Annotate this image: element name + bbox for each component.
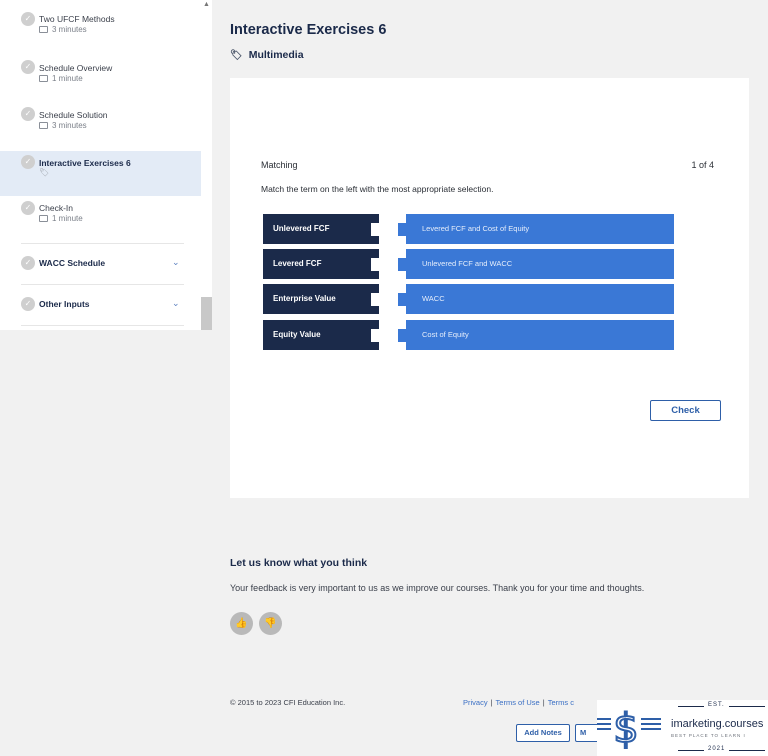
puzzle-notch [371,258,379,271]
puzzle-notch [371,293,379,306]
page-title: Interactive Exercises 6 [230,22,387,38]
completed-check-icon: ✓ [21,12,35,26]
footer-links: Privacy | Terms of Use | Terms c [463,698,574,707]
watermark-brand: imarketing.courses [671,718,764,730]
watermark-tagline: BEST PLACE TO LEARN I [671,733,746,738]
sidebar-item-label: Schedule Solution [39,110,108,120]
thumbs-up-icon[interactable]: 👍 [230,612,253,635]
puzzle-tab [398,258,406,271]
video-icon [39,75,48,82]
sidebar-item-duration: 1 minute [39,74,83,83]
feedback-text: Your feedback is very important to us as… [230,583,645,593]
completed-check-icon: ✓ [21,155,35,169]
sidebar-item-check-in[interactable]: ✓ Check-In 1 minute [0,197,201,241]
completed-check-icon: ✓ [21,256,35,270]
match-option-3[interactable]: WACC [398,284,674,314]
term-equity-value[interactable]: Equity Value [263,320,379,350]
divider [678,706,704,707]
divider [729,706,765,707]
watermark-est: EST. [708,702,725,708]
add-notes-button[interactable]: Add Notes [516,724,570,742]
dollar-logo-icon: $ [597,705,661,752]
privacy-link[interactable]: Privacy [463,698,488,707]
chevron-down-icon[interactable]: ⌄ [172,298,180,309]
match-option-4[interactable]: Cost of Equity [398,320,674,350]
match-option-1[interactable]: Levered FCF and Cost of Equity [398,214,674,244]
course-page: ✓ Two UFCF Methods 3 minutes ✓ Schedule … [0,0,768,756]
sidebar-scrollbar-thumb[interactable] [201,297,212,330]
sidebar-item-label: Schedule Overview [39,63,113,73]
copyright: © 2015 to 2023 CFI Education Inc. [230,698,346,707]
chevron-down-icon[interactable]: ⌄ [172,257,180,268]
exercise-instruction: Match the term on the left with the most… [261,184,494,194]
exercise-progress: 1 of 4 [691,160,714,170]
course-sidebar: ✓ Two UFCF Methods 3 minutes ✓ Schedule … [0,0,212,330]
section-title: Other Inputs [39,299,90,309]
sidebar-item-schedule-solution[interactable]: ✓ Schedule Solution 3 minutes [0,105,201,149]
puzzle-notch [371,329,379,342]
sidebar-section-wacc-schedule[interactable]: ✓ WACC Schedule ⌄ [0,250,201,280]
watermark: $ EST. imarketing.courses BEST PLACE TO … [597,700,768,756]
video-icon [39,215,48,222]
term-levered-fcf[interactable]: Levered FCF [263,249,379,279]
divider [21,284,184,285]
completed-check-icon: ✓ [21,201,35,215]
divider [21,325,184,326]
exercise-kind: Matching [261,160,298,170]
term-enterprise-value[interactable]: Enterprise Value [263,284,379,314]
sidebar-item-duration: 3 minutes [39,25,87,34]
completed-check-icon: ✓ [21,297,35,311]
feedback-title: Let us know what you think [230,557,368,569]
sidebar-section-other-inputs[interactable]: ✓ Other Inputs ⌄ [0,291,201,321]
video-icon [39,26,48,33]
match-option-2[interactable]: Unlevered FCF and WACC [398,249,674,279]
sidebar-item-interactive-exercises-6[interactable]: ✓ Interactive Exercises 6 🏷 [0,151,201,196]
terms-of-use-link[interactable]: Terms of Use [496,698,540,707]
lesson-type: 🏷 Multimedia [230,49,304,61]
sidebar-item-duration: 1 minute [39,214,83,223]
check-button[interactable]: Check [650,400,721,421]
exercise-card: Matching 1 of 4 Match the term on the le… [230,78,749,498]
scroll-up-arrow-icon[interactable]: ▲ [201,0,212,10]
svg-text:$: $ [613,706,638,752]
sidebar-item-label: Two UFCF Methods [39,14,115,24]
sidebar-item-two-ufcf-methods[interactable]: ✓ Two UFCF Methods 3 minutes [0,10,201,54]
completed-check-icon: ✓ [21,107,35,121]
video-icon [39,122,48,129]
tag-icon: 🏷 [230,50,243,61]
completed-check-icon: ✓ [21,60,35,74]
puzzle-tab [398,223,406,236]
puzzle-notch [371,223,379,236]
sidebar-scrollbar[interactable] [201,0,212,330]
sidebar-item-duration: 3 minutes [39,121,87,130]
sidebar-item-schedule-overview[interactable]: ✓ Schedule Overview 1 minute [0,58,201,102]
terms-link[interactable]: Terms c [548,698,574,707]
divider [729,750,765,751]
puzzle-tab [398,329,406,342]
sidebar-item-label: Check-In [39,203,74,213]
sidebar-item-label: Interactive Exercises 6 [39,158,131,168]
section-title: WACC Schedule [39,258,106,268]
puzzle-tab [398,293,406,306]
term-unlevered-fcf[interactable]: Unlevered FCF [263,214,379,244]
thumbs-down-icon[interactable]: 👎 [259,612,282,635]
divider [678,750,704,751]
watermark-year: 2021 [708,746,726,752]
divider [21,243,184,244]
tag-icon: 🏷 [39,168,50,177]
